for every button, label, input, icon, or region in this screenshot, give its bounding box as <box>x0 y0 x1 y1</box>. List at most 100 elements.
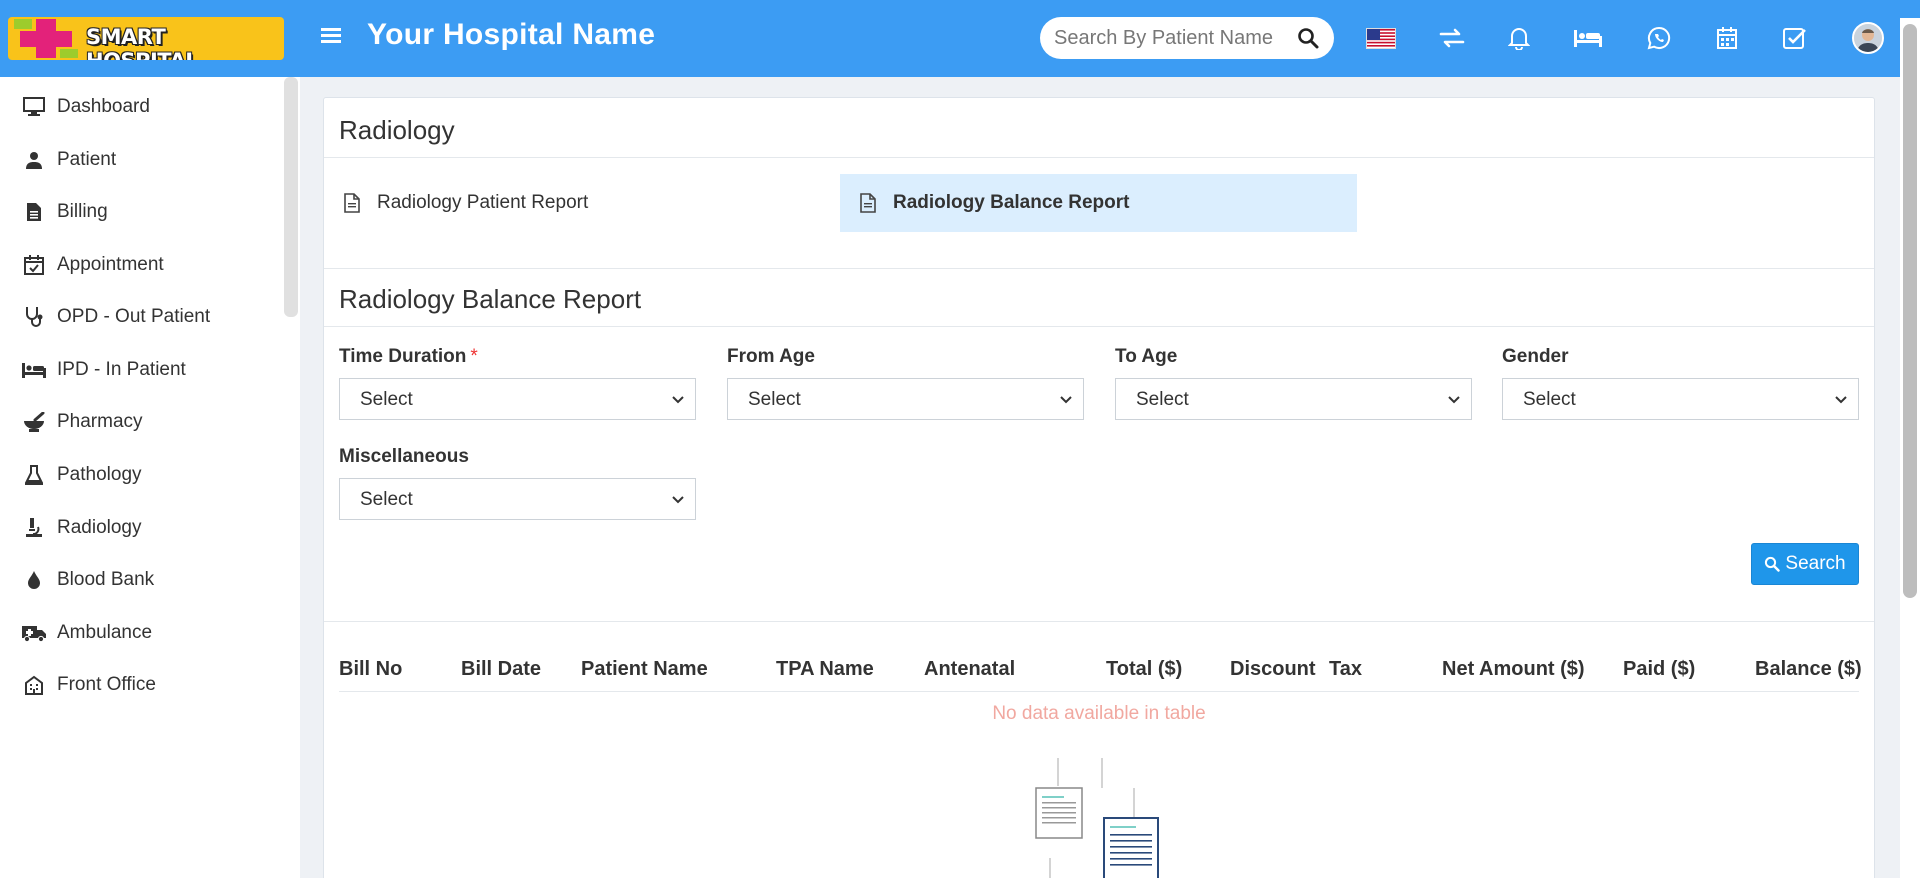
to-age-select[interactable]: Select <box>1115 378 1472 420</box>
report-link-label: Radiology Balance Report <box>893 192 1130 213</box>
sidebar-item-label: Dashboard <box>57 96 150 117</box>
radiology-patient-report-link[interactable]: Radiology Patient Report <box>324 174 824 232</box>
logo-cross-icon <box>14 19 78 58</box>
miscellaneous-select[interactable]: Select <box>339 478 696 520</box>
sidebar-item-front-office[interactable]: Front Office <box>0 660 280 710</box>
calendar-icon[interactable] <box>1711 22 1743 54</box>
sidebar-item-blood-bank[interactable]: Blood Bank <box>0 555 280 605</box>
mortar-pestle-icon <box>22 410 46 434</box>
sidebar-scrollbar[interactable] <box>284 77 298 317</box>
to-age-label: To Age <box>1115 346 1178 367</box>
divider <box>324 268 1874 269</box>
search-icon <box>1765 556 1781 572</box>
drop-icon <box>22 568 46 592</box>
column-header-total[interactable]: Total ($) <box>1106 658 1182 681</box>
logo-text: SMART HOSPITAL <box>86 25 199 60</box>
sidebar-item-billing[interactable]: Billing <box>0 187 280 237</box>
column-header-tax[interactable]: Tax <box>1329 658 1362 681</box>
divider <box>324 157 1874 158</box>
search-button[interactable]: Search <box>1751 543 1859 585</box>
menu-toggle-button[interactable] <box>318 22 344 52</box>
building-icon <box>22 673 46 697</box>
bed-icon <box>22 358 46 382</box>
radiology-report-card: Radiology Radiology Patient Report Radio… <box>323 97 1875 878</box>
page-scrollbar[interactable] <box>1900 18 1920 878</box>
sidebar-item-label: Radiology <box>57 517 142 538</box>
page-scrollbar-thumb[interactable] <box>1903 24 1917 598</box>
us-flag-icon[interactable] <box>1366 28 1396 49</box>
user-avatar[interactable] <box>1852 22 1884 54</box>
chevron-down-icon <box>1448 396 1460 404</box>
top-header: SMART HOSPITAL Your Hospital Name <box>0 0 1920 77</box>
sidebar-item-label: IPD - In Patient <box>57 359 186 380</box>
whatsapp-icon[interactable] <box>1643 22 1675 54</box>
time-duration-label: Time Duration * <box>339 346 478 367</box>
gender-label: Gender <box>1502 346 1569 367</box>
sidebar-item-ambulance[interactable]: Ambulance <box>0 608 280 658</box>
column-header-paid[interactable]: Paid ($) <box>1623 658 1695 681</box>
report-link-label: Radiology Patient Report <box>377 192 589 213</box>
select-value: Select <box>748 389 801 410</box>
page-title: Radiology <box>339 115 455 145</box>
column-header-discount[interactable]: Discount <box>1230 658 1316 681</box>
chevron-down-icon <box>672 396 684 404</box>
sidebar-item-label: Patient <box>57 149 117 170</box>
search-icon[interactable] <box>1296 26 1320 50</box>
column-header-net-amount[interactable]: Net Amount ($) <box>1442 658 1585 681</box>
sidebar-item-label: Pharmacy <box>57 411 143 432</box>
sidebar-item-radiology[interactable]: Radiology <box>0 503 280 553</box>
patient-search-input[interactable] <box>1054 26 1276 50</box>
sidebar-item-label: Blood Bank <box>57 569 155 590</box>
divider <box>324 621 1874 622</box>
select-value: Select <box>1523 389 1576 410</box>
chevron-down-icon <box>1835 396 1847 404</box>
bed-icon[interactable] <box>1572 22 1604 54</box>
app-logo[interactable]: SMART HOSPITAL <box>8 17 284 60</box>
divider <box>324 326 1874 327</box>
from-age-select[interactable]: Select <box>727 378 1084 420</box>
time-duration-select[interactable]: Select <box>339 378 696 420</box>
sidebar-item-appointment[interactable]: Appointment <box>0 240 280 290</box>
sidebar-item-label: OPD - Out Patient <box>57 306 211 327</box>
sidebar-item-label: Billing <box>57 201 108 222</box>
monitor-icon <box>22 95 46 119</box>
table-header-divider <box>339 691 1859 692</box>
hospital-name: Your Hospital Name <box>367 18 656 51</box>
sidebar-item-opd[interactable]: OPD - Out Patient <box>0 292 280 342</box>
select-value: Select <box>360 489 413 510</box>
column-header-patient-name[interactable]: Patient Name <box>581 658 708 681</box>
calendar-check-icon <box>22 253 46 277</box>
microscope-icon <box>22 516 46 540</box>
column-header-bill-no[interactable]: Bill No <box>339 658 402 681</box>
column-header-balance[interactable]: Balance ($) <box>1755 658 1862 681</box>
sidebar-item-label: Front Office <box>57 674 156 695</box>
sidebar-item-pathology[interactable]: Pathology <box>0 450 280 500</box>
sidebar-item-ipd[interactable]: IPD - In Patient <box>0 345 280 395</box>
patient-search-box <box>1040 17 1334 59</box>
sidebar-item-label: Pathology <box>57 464 142 485</box>
task-check-icon[interactable] <box>1779 22 1811 54</box>
switch-arrows-icon[interactable] <box>1436 22 1468 54</box>
select-value: Select <box>1136 389 1189 410</box>
table-empty-message: No data available in table <box>992 703 1206 724</box>
file-text-icon <box>860 192 880 214</box>
sidebar-item-patient[interactable]: Patient <box>0 135 280 185</box>
document-icon <box>22 200 46 224</box>
sidebar-item-dashboard[interactable]: Dashboard <box>0 82 280 132</box>
column-header-bill-date[interactable]: Bill Date <box>461 658 541 681</box>
column-header-antenatal[interactable]: Antenatal <box>924 658 1015 681</box>
bell-icon[interactable] <box>1503 22 1535 54</box>
column-header-tpa-name[interactable]: TPA Name <box>776 658 874 681</box>
miscellaneous-label: Miscellaneous <box>339 446 469 467</box>
flask-icon <box>22 463 46 487</box>
radiology-balance-report-link[interactable]: Radiology Balance Report <box>840 174 1357 232</box>
gender-select[interactable]: Select <box>1502 378 1859 420</box>
from-age-label: From Age <box>727 346 815 367</box>
sidebar-item-label: Ambulance <box>57 622 153 643</box>
section-title: Radiology Balance Report <box>339 284 642 314</box>
empty-documents-illustration <box>1035 758 1159 878</box>
sidebar-item-label: Appointment <box>57 254 164 275</box>
sidebar-item-pharmacy[interactable]: Pharmacy <box>0 397 280 447</box>
chevron-down-icon <box>672 496 684 504</box>
sidebar: Dashboard Patient Billing Appointment OP… <box>0 77 300 878</box>
